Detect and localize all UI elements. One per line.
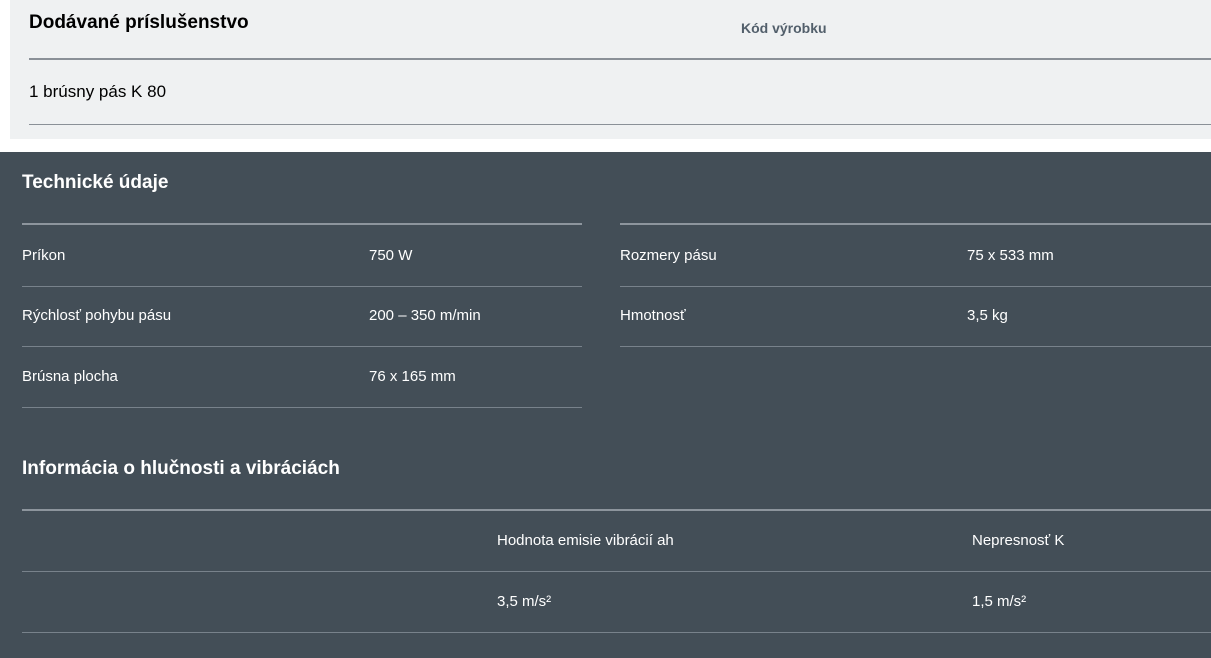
- divider: [22, 346, 582, 347]
- divider: [29, 124, 1211, 125]
- divider: [29, 58, 1211, 60]
- spec-value-belt-size: 75 x 533 mm: [967, 247, 1054, 264]
- spec-label-belt-size: Rozmery pásu: [620, 247, 717, 264]
- spec-value-belt-speed: 200 – 350 m/min: [369, 307, 481, 324]
- divider: [22, 632, 1211, 633]
- spec-label-weight: Hmotnosť: [620, 307, 686, 324]
- divider: [620, 286, 1211, 287]
- divider: [22, 407, 582, 408]
- spec-value-sanding-area: 76 x 165 mm: [369, 368, 456, 385]
- technical-title: Technické údaje: [22, 172, 169, 193]
- divider: [22, 509, 1211, 511]
- divider: [22, 223, 582, 225]
- accessories-section: Dodávané príslušenstvo Kód výrobku 1 brú…: [10, 0, 1211, 139]
- divider: [22, 286, 582, 287]
- spec-value-weight: 3,5 kg: [967, 307, 1008, 324]
- spec-label-sanding-area: Brúsna plocha: [22, 368, 118, 385]
- spec-label-power: Príkon: [22, 247, 66, 264]
- divider: [22, 571, 1211, 572]
- noise-value-vibration-emission: 3,5 m/s²: [497, 593, 552, 610]
- spec-label-belt-speed: Rýchlosť pohybu pásu: [22, 307, 172, 324]
- spec-value-power: 750 W: [369, 247, 413, 264]
- accessories-title: Dodávané príslušenstvo: [29, 12, 249, 33]
- noise-value-uncertainty: 1,5 m/s²: [972, 593, 1027, 610]
- product-code-header: Kód výrobku: [741, 20, 827, 36]
- noise-header-uncertainty: Nepresnosť K: [972, 532, 1065, 549]
- divider: [620, 223, 1211, 225]
- accessory-item: 1 brúsny pás K 80: [29, 82, 167, 101]
- technical-section: Technické údaje Príkon 750 W Rýchlosť po…: [0, 152, 1211, 658]
- noise-header-vibration-emission: Hodnota emisie vibrácií ah: [497, 532, 674, 549]
- noise-vibration-title: Informácia o hlučnosti a vibráciách: [22, 458, 340, 479]
- divider: [620, 346, 1211, 347]
